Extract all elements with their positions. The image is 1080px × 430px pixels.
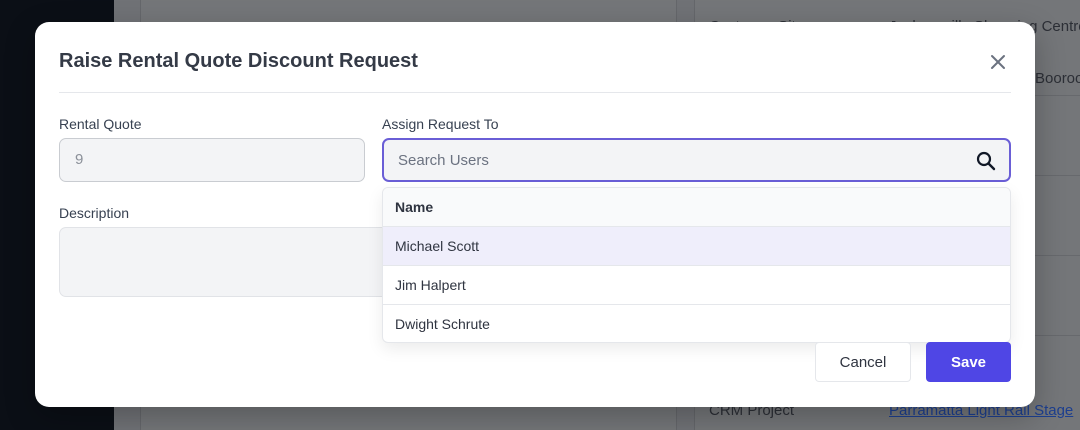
save-button[interactable]: Save xyxy=(926,342,1011,382)
bg-row2-value: Booroop xyxy=(1035,70,1080,87)
user-dropdown: Name Michael Scott Jim Halpert Dwight Sc… xyxy=(382,187,1011,343)
dropdown-header-name: Name xyxy=(383,188,1010,227)
rental-quote-field: 9 xyxy=(59,138,365,182)
user-option-michael-scott[interactable]: Michael Scott xyxy=(383,227,1010,266)
description-label: Description xyxy=(59,205,130,221)
assign-request-label: Assign Request To xyxy=(382,116,499,132)
modal-title: Raise Rental Quote Discount Request xyxy=(59,50,418,72)
cancel-button[interactable]: Cancel xyxy=(815,342,911,382)
description-field[interactable] xyxy=(59,227,389,297)
assign-user-search xyxy=(382,138,1011,182)
user-option-jim-halpert[interactable]: Jim Halpert xyxy=(383,266,1010,305)
search-users-input[interactable] xyxy=(384,140,944,180)
search-icon[interactable] xyxy=(976,151,996,171)
user-option-dwight-schrute[interactable]: Dwight Schrute xyxy=(383,305,1010,342)
rental-quote-label: Rental Quote xyxy=(59,116,142,132)
header-divider xyxy=(59,92,1011,93)
discount-request-modal: Raise Rental Quote Discount Request Rent… xyxy=(35,22,1035,407)
close-icon[interactable] xyxy=(987,51,1009,73)
